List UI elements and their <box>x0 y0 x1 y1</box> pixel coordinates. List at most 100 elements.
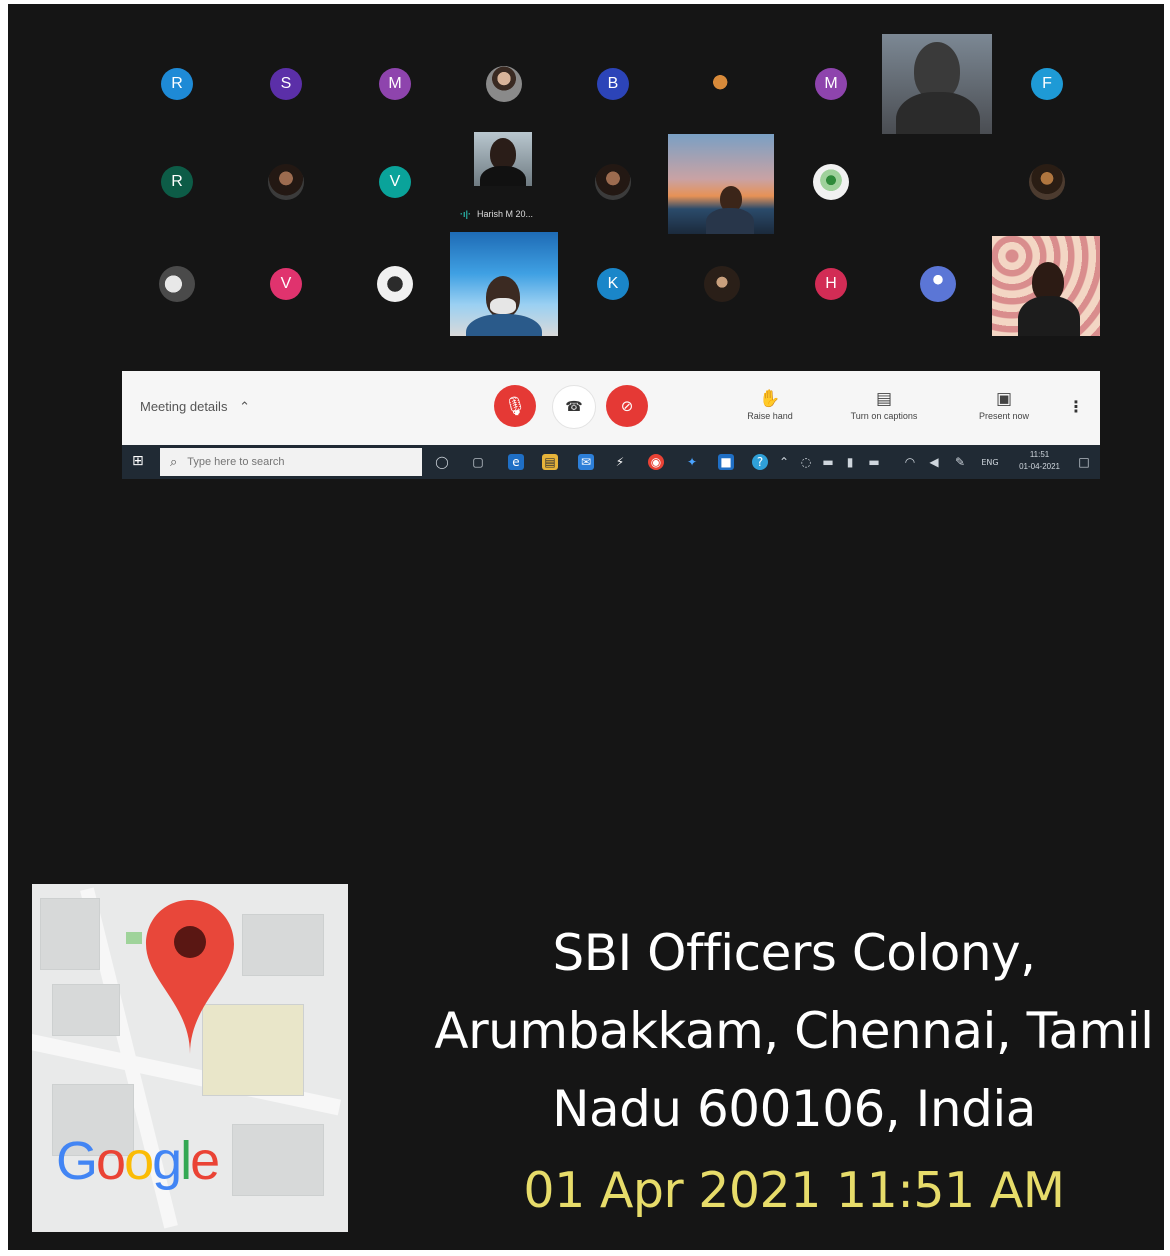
meeting-details-label: Meeting details <box>140 399 228 414</box>
google-logo-letter: o <box>124 1131 154 1191</box>
participant-tile[interactable]: M <box>777 34 885 134</box>
participant-tile[interactable]: H <box>777 234 885 334</box>
participant-tile[interactable]: F <box>993 34 1101 134</box>
participant-tile[interactable] <box>559 132 667 232</box>
camera-off-button[interactable]: ⊘ <box>606 385 648 427</box>
mail-icon[interactable]: ✉ <box>578 454 594 470</box>
hang-up-icon: ☎ <box>565 399 583 415</box>
participant-photo-avatar <box>159 266 195 302</box>
pen-icon[interactable]: ✎ <box>952 454 968 470</box>
participant-photo-avatar <box>1029 164 1065 200</box>
participant-video[interactable] <box>992 236 1100 336</box>
geotag-timestamp: 01 Apr 2021 11:51 AM <box>523 1162 1065 1219</box>
participant-photo-avatar <box>486 66 522 102</box>
google-logo-letter: g <box>152 1131 182 1191</box>
video-person-body <box>896 92 980 134</box>
location-address: SBI Officers Colony, Arumbakkam, Chennai… <box>424 914 1164 1148</box>
clock-time: 11:51 <box>1029 450 1050 459</box>
chevron-up-icon: ⌃ <box>239 399 250 414</box>
task-view-icon[interactable]: ▢ <box>470 454 486 470</box>
cortana-icon[interactable]: ◯ <box>434 454 450 470</box>
store-icon[interactable]: ■ <box>718 454 734 470</box>
captions-button[interactable]: ▤ Turn on captions <box>834 389 934 421</box>
edge-icon[interactable]: e <box>508 454 524 470</box>
map-park <box>126 932 142 944</box>
wifi-icon[interactable]: ◠ <box>902 454 918 470</box>
battery-icon[interactable]: ▬ <box>820 454 836 470</box>
address-line: Arumbakkam, Chennai, Tamil <box>434 1002 1154 1060</box>
app-icon[interactable]: ✦ <box>684 454 700 470</box>
chrome-icon[interactable]: ◉ <box>648 454 664 470</box>
participant-tile[interactable] <box>884 234 992 334</box>
participant-tile[interactable] <box>668 34 776 134</box>
usb-icon[interactable]: ▮ <box>842 454 858 470</box>
participant-tile[interactable]: V <box>232 234 340 334</box>
present-screen-icon: ▣ <box>995 389 1013 409</box>
raise-hand-button[interactable]: ✋ Raise hand <box>720 389 820 421</box>
participant-photo-avatar <box>268 164 304 200</box>
video-person-body <box>706 208 754 234</box>
participant-photo-avatar <box>813 164 849 200</box>
participant-avatar: V <box>270 268 302 300</box>
participant-tile[interactable] <box>232 132 340 232</box>
leave-call-button[interactable]: ☎ <box>552 385 596 429</box>
file-explorer-icon[interactable]: ▤ <box>542 454 558 470</box>
video-person-mask <box>490 298 516 314</box>
screenshot-frame: R S M B M F R V ·ı|· Harish M 20... V K … <box>8 4 1164 1250</box>
participant-tile[interactable]: R <box>123 132 231 232</box>
participant-avatar: B <box>597 68 629 100</box>
google-logo-letter: e <box>190 1131 220 1191</box>
map-pin-icon <box>146 900 234 1054</box>
participant-tile[interactable]: S <box>232 34 340 134</box>
present-now-label: Present now <box>978 411 1030 421</box>
participant-tile[interactable]: M <box>341 34 449 134</box>
participant-tile[interactable]: B <box>559 34 667 134</box>
participant-avatar: M <box>815 68 847 100</box>
address-line: SBI Officers Colony, <box>552 924 1036 982</box>
more-options-icon[interactable]: ⋮ <box>1068 397 1084 416</box>
participant-tile[interactable] <box>777 132 885 232</box>
present-now-button[interactable]: ▣ Present now <box>954 389 1054 421</box>
taskbar-search-input[interactable] <box>185 455 390 469</box>
language-indicator[interactable]: ENG <box>978 454 1002 470</box>
camera-off-icon: ⊘ <box>620 397 634 415</box>
participant-video[interactable] <box>450 232 558 336</box>
meeting-details-button[interactable]: Meeting details ⌃ <box>140 399 250 415</box>
google-logo-letter: o <box>96 1131 126 1191</box>
map-building <box>232 1124 324 1196</box>
taskbar-clock[interactable]: 11:51 01-04-2021 <box>1019 449 1060 473</box>
taskbar-search-box[interactable]: ⌕ <box>160 448 422 476</box>
speaking-indicator-icon: ·ı|· <box>460 209 472 219</box>
network-icon[interactable]: ◌ <box>798 454 814 470</box>
chevron-up-icon[interactable]: ⌃ <box>776 454 792 470</box>
participant-avatar: R <box>161 166 193 198</box>
participant-video[interactable] <box>474 132 532 186</box>
participant-tile[interactable] <box>450 34 558 134</box>
participant-tile[interactable] <box>668 234 776 334</box>
participant-tile[interactable]: K <box>559 234 667 334</box>
participant-tile[interactable]: V <box>341 132 449 232</box>
participant-tile[interactable] <box>993 132 1101 232</box>
participant-tile[interactable] <box>123 234 231 334</box>
app-icon[interactable]: ⚡ <box>612 454 628 470</box>
participant-avatar: R <box>161 68 193 100</box>
participant-tile[interactable]: R <box>123 34 231 134</box>
notifications-icon[interactable]: □ <box>1076 454 1092 470</box>
help-icon[interactable]: ? <box>752 454 768 470</box>
participant-tile[interactable] <box>341 234 449 334</box>
onedrive-icon[interactable]: ▬ <box>866 454 882 470</box>
windows-start-icon[interactable]: ⊞ <box>132 453 144 469</box>
participant-avatar: K <box>597 268 629 300</box>
participant-avatar: H <box>815 268 847 300</box>
address-line: Nadu 600106, India <box>552 1080 1036 1138</box>
participant-video[interactable] <box>882 34 992 134</box>
mute-microphone-button[interactable]: 🎙 <box>494 385 536 427</box>
participant-video[interactable] <box>668 134 774 234</box>
mic-off-icon: 🎙 <box>503 395 527 417</box>
volume-icon[interactable]: ◀ <box>926 454 942 470</box>
clock-date: 01-04-2021 <box>1019 462 1060 471</box>
participant-avatar: V <box>379 166 411 198</box>
google-logo-letter: G <box>56 1131 98 1191</box>
google-logo: Google <box>56 1130 220 1192</box>
hand-icon: ✋ <box>759 389 781 409</box>
